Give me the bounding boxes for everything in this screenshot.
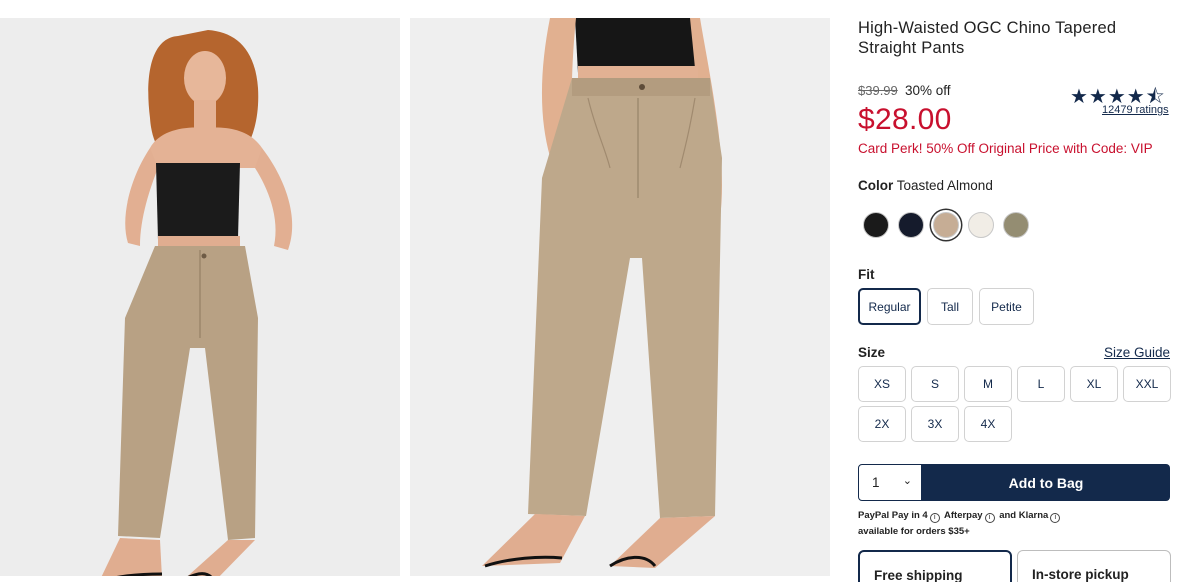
size-option-m[interactable]: M bbox=[964, 366, 1012, 402]
discount-label: 30% off bbox=[905, 83, 951, 98]
swatch-black[interactable] bbox=[863, 212, 889, 238]
original-price: $39.99 bbox=[858, 83, 898, 98]
payment-minimum-note: available for orders $35+ bbox=[858, 526, 970, 537]
free-shipping-label: Free shipping bbox=[874, 568, 963, 582]
payment-options: PayPal Pay in 4i Afterpay i and Klarna i a… bbox=[858, 508, 1172, 540]
size-option-2x[interactable]: 2X bbox=[858, 406, 906, 442]
fit-option-regular[interactable]: Regular bbox=[858, 288, 921, 325]
fit-label: Fit bbox=[858, 267, 875, 282]
free-shipping-option[interactable]: Free shipping bbox=[858, 550, 1012, 582]
quantity-value: 1 bbox=[872, 475, 880, 490]
chevron-down-icon: ⌄ bbox=[902, 475, 912, 487]
size-label: Size bbox=[858, 345, 886, 360]
color-row: Color Toasted Almond bbox=[858, 178, 993, 193]
size-guide-link[interactable]: Size Guide bbox=[1104, 345, 1170, 360]
size-option-s[interactable]: S bbox=[911, 366, 959, 402]
fit-option-petite[interactable]: Petite bbox=[979, 288, 1034, 325]
size-option-xl[interactable]: XL bbox=[1070, 366, 1118, 402]
add-to-bag-button[interactable]: Add to Bag bbox=[922, 464, 1170, 501]
size-option-xxl[interactable]: XXL bbox=[1123, 366, 1171, 402]
info-icon[interactable]: i bbox=[929, 513, 940, 523]
model-front-illustration bbox=[0, 18, 400, 576]
sale-price: $28.00 bbox=[858, 103, 952, 136]
product-title: High-Waisted OGC Chino Tapered Straight … bbox=[858, 19, 1117, 57]
product-info-panel: High-Waisted OGC Chino Tapered Straight … bbox=[858, 0, 1172, 582]
size-options: XS S M L XL XXL 2X 3X 4X bbox=[858, 366, 1172, 442]
paypal-label: PayPal Pay in 4 bbox=[858, 510, 928, 521]
afterpay-label: Afterpay bbox=[944, 510, 983, 521]
size-option-l[interactable]: L bbox=[1017, 366, 1065, 402]
fit-options: Regular Tall Petite bbox=[858, 288, 1034, 325]
color-swatches bbox=[863, 212, 1029, 238]
color-label: Color bbox=[858, 178, 894, 193]
size-option-3x[interactable]: 3X bbox=[911, 406, 959, 442]
swatch-olive-khaki[interactable] bbox=[1003, 212, 1029, 238]
swatch-cream[interactable] bbox=[968, 212, 994, 238]
pants-closeup-illustration bbox=[410, 18, 830, 576]
selected-color-name: Toasted Almond bbox=[896, 178, 993, 193]
swatch-navy[interactable] bbox=[898, 212, 924, 238]
info-icon[interactable]: i bbox=[1050, 513, 1061, 523]
top-strip bbox=[0, 0, 840, 18]
fit-option-tall[interactable]: Tall bbox=[927, 288, 973, 325]
size-option-4x[interactable]: 4X bbox=[964, 406, 1012, 442]
in-store-pickup-label: In-store pickup bbox=[1032, 567, 1129, 582]
swatch-toasted-almond[interactable] bbox=[933, 212, 959, 238]
in-store-pickup-option[interactable]: In-store pickup bbox=[1017, 550, 1171, 582]
ratings-count-link[interactable]: 12479 ratings bbox=[1102, 104, 1169, 116]
klarna-label: and Klarna bbox=[999, 510, 1049, 521]
quantity-select[interactable]: 1 ⌄ bbox=[858, 464, 922, 501]
card-perk-promo: Card Perk! 50% Off Original Price with C… bbox=[858, 141, 1153, 156]
product-image-front[interactable] bbox=[0, 18, 400, 576]
product-image-detail[interactable] bbox=[410, 18, 830, 576]
info-icon[interactable]: i bbox=[984, 513, 995, 523]
size-option-xs[interactable]: XS bbox=[858, 366, 906, 402]
